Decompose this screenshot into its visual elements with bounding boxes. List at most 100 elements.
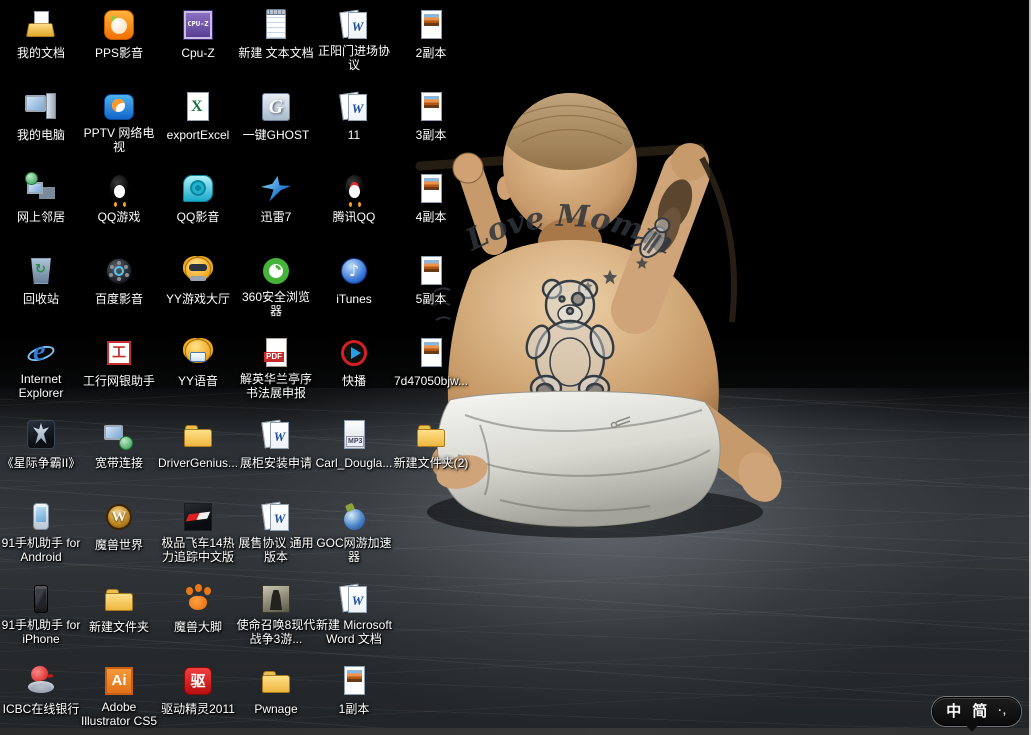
image-icon: [414, 254, 448, 288]
icon-label: 360安全浏览器: [236, 290, 316, 318]
desktop-icon[interactable]: 360安全浏览器: [236, 254, 316, 320]
desktop-icon[interactable]: 展柜安装申请: [236, 418, 316, 472]
icon-label: 快播: [342, 374, 366, 388]
icon-label: 使命召唤8现代战争3游...: [236, 618, 316, 646]
desktop-icon[interactable]: 新建 Microsoft Word 文档: [314, 582, 394, 648]
desktop-icon[interactable]: 腾讯QQ: [314, 172, 394, 226]
desktop-icon[interactable]: 我的电脑: [1, 90, 81, 144]
mp3-icon: [337, 418, 371, 452]
ime-simplified-button[interactable]: 简: [972, 698, 987, 725]
desktop-icon[interactable]: 网上邻居: [1, 172, 81, 226]
icon-label: 5副本: [416, 292, 447, 306]
br360-icon: [259, 254, 293, 288]
qqgame-icon: [102, 172, 136, 206]
desktop-icon[interactable]: QQ游戏: [79, 172, 159, 226]
desktop-icon[interactable]: 极品飞车14热力追踪中文版: [158, 500, 238, 566]
cpuz-icon: [181, 8, 215, 42]
desktop-icon[interactable]: 展售协议 通用版本: [236, 500, 316, 566]
desktop-icon[interactable]: 快播: [314, 336, 394, 390]
desktop-icon[interactable]: 3副本: [391, 90, 471, 144]
language-bar[interactable]: 中 简 ·,: [932, 697, 1021, 726]
wow-icon: [102, 500, 136, 534]
icon-label: 工行网银助手: [83, 374, 155, 388]
icon-label: 3副本: [416, 128, 447, 142]
desktop-icon[interactable]: PPTV 网络电视: [79, 90, 159, 156]
nfs-icon: [181, 500, 215, 534]
recycle-icon: [24, 254, 58, 288]
icon-label: 《星际争霸II》: [2, 456, 81, 470]
icon-label: 迅雷7: [261, 210, 292, 224]
desktop-icon[interactable]: 91手机助手 for Android: [1, 500, 81, 566]
desktop-icon[interactable]: PPS影音: [79, 8, 159, 62]
ie-icon: [24, 336, 58, 370]
word-icon: [337, 8, 371, 42]
icon-label: 展售协议 通用版本: [236, 536, 316, 564]
desktop-icon[interactable]: 11: [314, 90, 394, 144]
icon-label: 网上邻居: [17, 210, 65, 224]
desktop-icon[interactable]: 使命召唤8现代战争3游...: [236, 582, 316, 648]
icbc-icon: [102, 336, 136, 370]
pdf-icon: [259, 336, 293, 370]
desktop-icon[interactable]: 1副本: [314, 664, 394, 718]
ghost-icon: [259, 90, 293, 124]
desktop-icon[interactable]: 魔兽世界: [79, 500, 159, 554]
yyvoice-icon: [181, 336, 215, 370]
desktop-icon[interactable]: 正阳门进场协议: [314, 8, 394, 74]
icon-label: YY游戏大厅: [166, 292, 230, 306]
desktop-icon[interactable]: Cpu-Z: [158, 8, 238, 62]
desktop-icon[interactable]: 宽带连接: [79, 418, 159, 472]
desktop-icon[interactable]: 7d47050bjw...: [391, 336, 471, 390]
image-icon: [414, 8, 448, 42]
ime-chinese-button[interactable]: 中: [946, 698, 961, 725]
android-icon: [24, 500, 58, 534]
qq-icon: [337, 172, 371, 206]
icon-label: YY语音: [178, 374, 218, 388]
image-icon: [337, 664, 371, 698]
desktop-icon[interactable]: 驱动精灵2011: [158, 664, 238, 718]
desktop-icon[interactable]: ICBC在线银行: [1, 664, 81, 718]
desktop-icon[interactable]: 百度影音: [79, 254, 159, 308]
desktop-icon[interactable]: Carl_Dougla...: [314, 418, 394, 472]
desktop-icon[interactable]: 2副本: [391, 8, 471, 62]
desktop-icon[interactable]: 我的文档: [1, 8, 81, 62]
desktop-icon[interactable]: 91手机助手 for iPhone: [1, 582, 81, 648]
desktop-icon[interactable]: YY语音: [158, 336, 238, 390]
desktop-icon[interactable]: 魔兽大脚: [158, 582, 238, 636]
broadband-icon: [102, 418, 136, 452]
desktop-icon[interactable]: GOC网游加速器: [314, 500, 394, 566]
desktop-icon[interactable]: iTunes: [314, 254, 394, 308]
desktop-icon[interactable]: 工行网银助手: [79, 336, 159, 390]
desktop-icon[interactable]: 5副本: [391, 254, 471, 308]
icon-label: 驱动精灵2011: [161, 702, 235, 716]
qvod-icon: [337, 336, 371, 370]
desktop-icon[interactable]: exportExcel: [158, 90, 238, 144]
image-icon: [414, 336, 448, 370]
desktop-icon[interactable]: 4副本: [391, 172, 471, 226]
icon-label: 展柜安装申请: [240, 456, 312, 470]
desktop-icon[interactable]: 新建文件夹: [79, 582, 159, 636]
desktop-icon[interactable]: YY游戏大厅: [158, 254, 238, 308]
ime-punctuation-button[interactable]: ·,: [998, 698, 1007, 725]
icon-label: 正阳门进场协议: [314, 44, 394, 72]
desktop-icon[interactable]: 回收站: [1, 254, 81, 308]
icon-label: 新建文件夹(2): [394, 456, 469, 470]
desktop-icon[interactable]: Pwnage: [236, 664, 316, 718]
image-icon: [414, 90, 448, 124]
desktop-icon[interactable]: 《星际争霸II》: [1, 418, 81, 472]
icon-label: Cpu-Z: [181, 46, 214, 60]
desktop-icon[interactable]: Internet Explorer: [1, 336, 81, 402]
desktop-icon[interactable]: QQ影音: [158, 172, 238, 226]
globe-icon: [337, 500, 371, 534]
folder-icon: [414, 418, 448, 452]
desktop-icon[interactable]: 新建 文本文档: [236, 8, 316, 62]
pps-icon: [102, 8, 136, 42]
desktop-icon[interactable]: 迅雷7: [236, 172, 316, 226]
desktop-icon[interactable]: 新建文件夹(2): [391, 418, 471, 472]
desktop-icon[interactable]: Adobe Illustrator CS5: [79, 664, 159, 730]
desktop-icon[interactable]: 解英华兰亭序书法展申报: [236, 336, 316, 402]
icon-label: 腾讯QQ: [333, 210, 376, 224]
desktop-icon[interactable]: 一键GHOST: [236, 90, 316, 144]
desktop-icon[interactable]: DriverGenius...: [158, 418, 238, 472]
icon-label: 回收站: [23, 292, 59, 306]
pptv-icon: [102, 90, 136, 124]
